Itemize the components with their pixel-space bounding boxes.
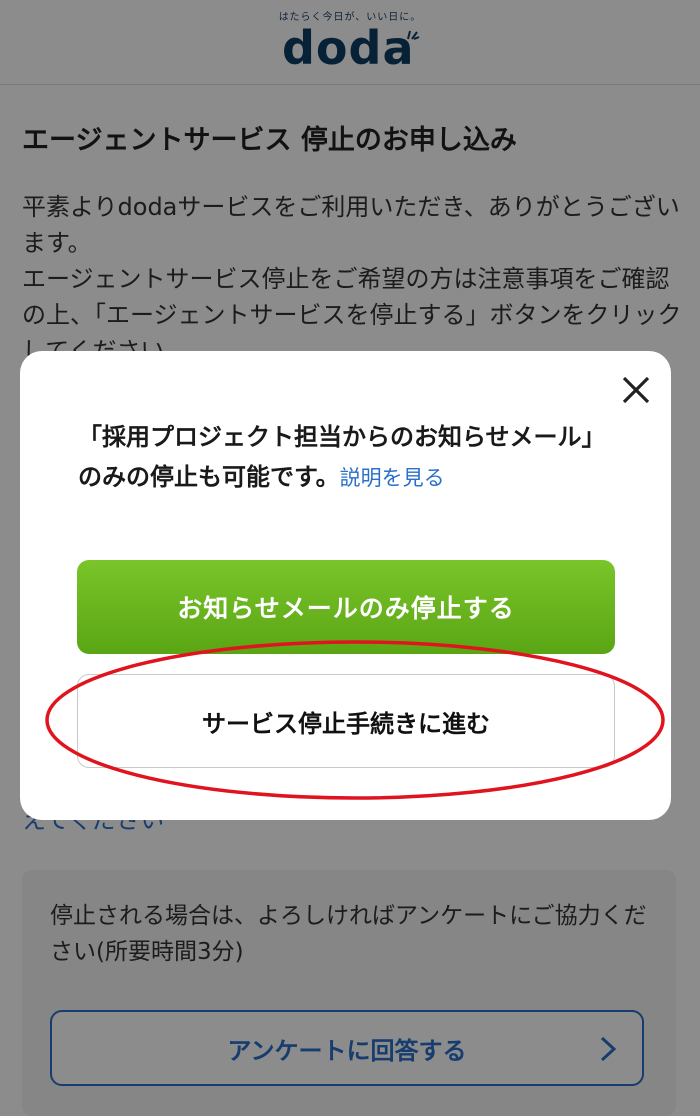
page: はたらく今日が、いい日に。 doda エージェントサービス 停止のお申し込み 平… [0,0,700,1116]
proceed-service-stop-label: サービス停止手続きに進む [202,709,490,738]
explain-link[interactable]: 説明を見る [340,466,445,490]
dialog: 「採用プロジェクト担当からのお知らせメール」のみの停止も可能です。説明を見る お… [20,351,671,820]
dialog-message: 「採用プロジェクト担当からのお知らせメール」のみの停止も可能です。説明を見る [78,417,618,498]
stop-notification-mail-button[interactable]: お知らせメールのみ停止する [77,560,615,654]
proceed-service-stop-button[interactable]: サービス停止手続きに進む [77,674,615,768]
close-icon[interactable] [619,373,653,407]
stop-notification-mail-label: お知らせメールのみ停止する [177,594,515,623]
